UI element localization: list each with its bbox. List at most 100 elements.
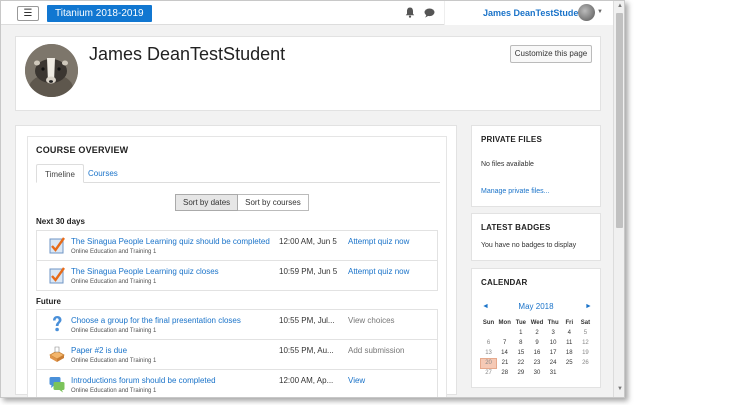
calendar-day[interactable]: 16 bbox=[529, 348, 545, 358]
calendar-day[interactable]: 12 bbox=[577, 338, 593, 348]
event-title-link[interactable]: The Sinagua People Learning quiz closes bbox=[71, 267, 219, 276]
event-action-link[interactable]: Add submission bbox=[348, 346, 404, 355]
event-course: Online Education and Training 1 bbox=[71, 279, 157, 285]
caret-down-icon: ▼ bbox=[597, 9, 603, 15]
private-files-empty-text: No files available bbox=[481, 161, 534, 168]
calendar-day[interactable]: 18 bbox=[561, 348, 577, 358]
calendar-week: 12345 bbox=[481, 328, 594, 338]
quiz-icon bbox=[49, 267, 65, 284]
calendar-empty-cell bbox=[561, 368, 577, 378]
quiz-icon bbox=[49, 237, 65, 254]
event-action-link[interactable]: View bbox=[348, 376, 365, 385]
event-action-link[interactable]: View choices bbox=[348, 316, 395, 325]
calendar-day[interactable]: 5 bbox=[577, 328, 593, 338]
calendar-day[interactable]: 11 bbox=[561, 338, 577, 348]
user-menu-name: James DeanTestStudent bbox=[483, 8, 587, 18]
calendar-day[interactable]: 9 bbox=[529, 338, 545, 348]
page-title: James DeanTestStudent bbox=[89, 44, 286, 64]
calendar-day[interactable]: 4 bbox=[561, 328, 577, 338]
calendar-weekday: Sat bbox=[580, 320, 591, 326]
forum-icon bbox=[49, 377, 65, 393]
calendar-day[interactable]: 1 bbox=[513, 328, 529, 338]
calendar-day[interactable]: 23 bbox=[529, 358, 545, 368]
calendar-day[interactable]: 29 bbox=[513, 368, 529, 378]
calendar-title: CALENDAR bbox=[481, 278, 528, 287]
event-list-future: Choose a group for the final presentatio… bbox=[36, 309, 438, 397]
chat-bubble-icon[interactable] bbox=[424, 8, 435, 18]
user-menu[interactable]: James DeanTestStudent ▼ bbox=[444, 1, 613, 25]
event-course: Online Education and Training 1 bbox=[71, 358, 157, 364]
event-list-next-30-days: The Sinagua People Learning quiz should … bbox=[36, 230, 438, 291]
calendar-empty-cell bbox=[497, 328, 513, 338]
sort-by-courses-button[interactable]: Sort by courses bbox=[238, 194, 309, 211]
calendar-day[interactable]: 28 bbox=[497, 368, 513, 378]
event-action-link[interactable]: Attempt quiz now bbox=[348, 267, 409, 276]
calendar-day[interactable]: 30 bbox=[529, 368, 545, 378]
calendar-day[interactable]: 15 bbox=[513, 348, 529, 358]
calendar-weekday: Sun bbox=[482, 320, 495, 326]
sort-by-dates-button[interactable]: Sort by dates bbox=[175, 194, 239, 211]
event-action-link[interactable]: Attempt quiz now bbox=[348, 237, 409, 246]
latest-badges-block: LATEST BADGES You have no badges to disp… bbox=[471, 213, 601, 261]
calendar-day[interactable]: 26 bbox=[577, 358, 593, 368]
calendar-day[interactable]: 17 bbox=[545, 348, 561, 358]
event-time: 12:00 AM, Jun 5 bbox=[279, 237, 337, 246]
latest-badges-empty-text: You have no badges to display bbox=[481, 242, 577, 249]
list-item: The Sinagua People Learning quiz should … bbox=[37, 231, 437, 261]
assignment-icon bbox=[49, 346, 65, 362]
calendar-day[interactable]: 14 bbox=[497, 348, 513, 358]
customize-page-button[interactable]: Customize this page bbox=[510, 45, 592, 63]
calendar-week: 6 7 8 9 10 11 12 bbox=[481, 338, 594, 348]
calendar-day[interactable]: 22 bbox=[513, 358, 529, 368]
calendar-week: 20 21 22 23 24 25 26 bbox=[479, 357, 594, 369]
sort-button-group: Sort by dates Sort by courses bbox=[175, 194, 309, 211]
calendar-day[interactable]: 31 bbox=[545, 368, 561, 378]
scroll-up-arrow-icon[interactable]: ▲ bbox=[617, 3, 623, 9]
list-item: Paper #2 is due Online Education and Tra… bbox=[37, 340, 437, 370]
calendar-day[interactable]: 3 bbox=[545, 328, 561, 338]
calendar-weekday: Fri bbox=[565, 320, 574, 326]
avatar bbox=[578, 4, 595, 21]
event-course: Online Education and Training 1 bbox=[71, 249, 157, 255]
calendar-day[interactable]: 19 bbox=[577, 348, 593, 358]
calendar-day[interactable]: 6 bbox=[481, 338, 497, 348]
manage-private-files-link[interactable]: Manage private files... bbox=[481, 188, 549, 195]
event-title-link[interactable]: The Sinagua People Learning quiz should … bbox=[71, 237, 270, 246]
event-time: 12:00 AM, Ap... bbox=[279, 376, 334, 385]
event-time: 10:55 PM, Au... bbox=[279, 346, 334, 355]
calendar-next-month-icon[interactable]: ► bbox=[585, 303, 592, 310]
calendar-week: 13 14 15 16 17 18 19 bbox=[481, 348, 594, 358]
scrollbar-thumb[interactable] bbox=[616, 13, 623, 228]
calendar-day[interactable]: 27 bbox=[481, 368, 497, 378]
page-scrollbar[interactable]: ▲ ▼ bbox=[613, 1, 624, 397]
event-title-link[interactable]: Introductions forum should be completed bbox=[71, 376, 216, 385]
event-title-link[interactable]: Choose a group for the final presentatio… bbox=[71, 316, 241, 325]
list-item: The Sinagua People Learning quiz closes … bbox=[37, 261, 437, 291]
site-title-link[interactable]: Titanium 2018-2019 bbox=[47, 5, 152, 22]
calendar-weekday: Mon bbox=[498, 320, 511, 326]
calendar-day[interactable]: 20 bbox=[479, 357, 498, 369]
course-overview-block: COURSE OVERVIEW Timeline Courses Sort by… bbox=[27, 136, 447, 397]
calendar-month-link[interactable]: May 2018 bbox=[472, 302, 600, 311]
calendar-day[interactable]: 13 bbox=[481, 348, 497, 358]
list-item: Choose a group for the final presentatio… bbox=[37, 310, 437, 340]
calendar-day[interactable]: 7 bbox=[497, 338, 513, 348]
calendar-grid: Sun Mon Tue Wed Thu Fri Sat 1 2 3 4 5 6 7 8 9 10 1… bbox=[479, 318, 594, 378]
tab-timeline[interactable]: Timeline bbox=[36, 164, 84, 183]
scroll-down-arrow-icon[interactable]: ▼ bbox=[617, 386, 623, 392]
nav-drawer-toggle[interactable]: ☰ bbox=[17, 6, 39, 21]
calendar-day[interactable]: 21 bbox=[497, 358, 513, 368]
event-title-link[interactable]: Paper #2 is due bbox=[71, 346, 127, 355]
overview-tabs: Timeline Courses bbox=[36, 164, 440, 183]
calendar-day[interactable]: 25 bbox=[561, 358, 577, 368]
calendar-weekday: Tue bbox=[515, 320, 526, 326]
bell-icon[interactable] bbox=[405, 7, 415, 18]
section-heading-next-30-days: Next 30 days bbox=[36, 217, 85, 226]
event-time: 10:59 PM, Jun 5 bbox=[279, 267, 338, 276]
calendar-day[interactable]: 8 bbox=[513, 338, 529, 348]
calendar-day[interactable]: 10 bbox=[545, 338, 561, 348]
calendar-day[interactable]: 24 bbox=[545, 358, 561, 368]
tab-courses[interactable]: Courses bbox=[80, 164, 126, 183]
latest-badges-title: LATEST BADGES bbox=[481, 223, 551, 232]
calendar-day[interactable]: 2 bbox=[529, 328, 545, 338]
